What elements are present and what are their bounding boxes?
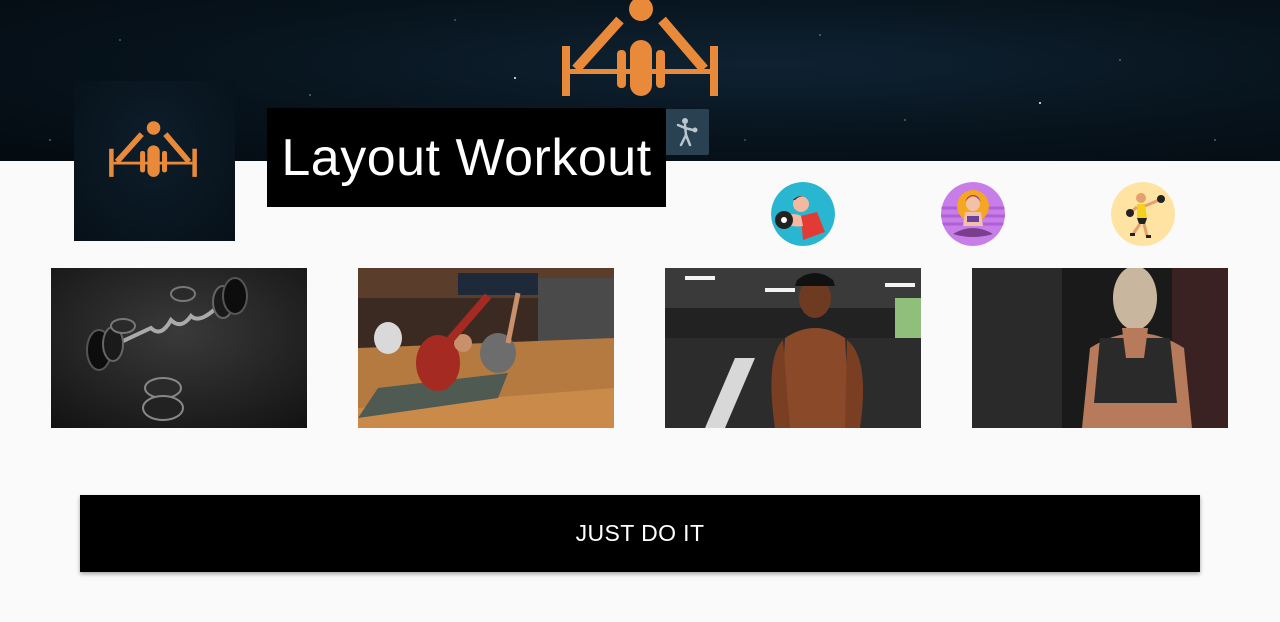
yoga-meditation-icon[interactable]: [941, 182, 1005, 246]
stick-figure-icon: [665, 109, 709, 155]
gallery-photo-woman-back[interactable]: [972, 268, 1228, 428]
boxing-icon[interactable]: [1111, 182, 1175, 246]
gallery-photo-barbell[interactable]: [51, 268, 307, 428]
gallery-photo-stretching-class[interactable]: [358, 268, 614, 428]
page-title: Layout Workout: [281, 128, 652, 187]
gallery-photo-muscular-man[interactable]: [665, 268, 921, 428]
page-title-box: Layout Workout: [267, 108, 666, 207]
weightlifter-logo-icon: [562, 0, 718, 96]
weightlifter-logo-icon: [109, 121, 197, 177]
dumbbell-curl-icon[interactable]: [771, 182, 835, 246]
avatar: [74, 81, 235, 241]
just-do-it-button[interactable]: JUST DO IT: [80, 495, 1200, 572]
